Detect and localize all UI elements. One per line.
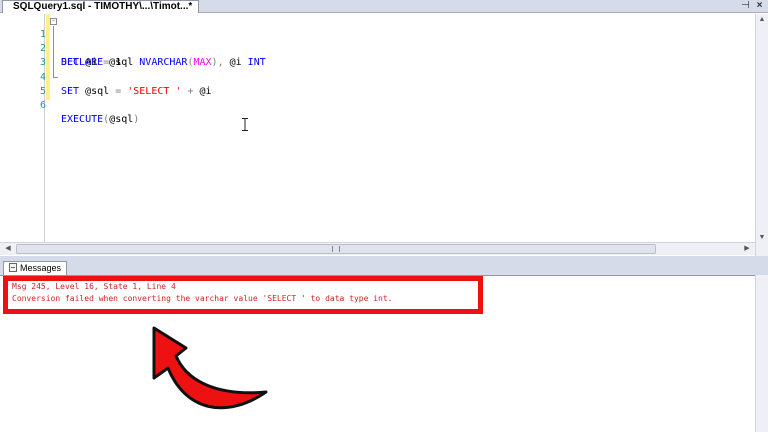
results-tab-strip: Messages — [0, 256, 768, 276]
code-token: @sql — [109, 114, 134, 125]
tab-messages[interactable]: Messages — [3, 261, 68, 276]
code-line-5: 5 — [0, 71, 740, 97]
text-cursor-icon — [242, 118, 248, 131]
code-token: ) — [133, 114, 140, 125]
pin-icon[interactable]: ⊣ — [740, 0, 751, 12]
scroll-right-icon[interactable]: ▶ — [741, 243, 753, 255]
document-tab-strip: SQLQuery1.sql - TIMOTHY\...\Timot...* ⊣ … — [0, 0, 768, 13]
code-line-4: 4 SET @sql = 'SELECT ' + @i — [0, 57, 740, 97]
scrollbar-grip-icon — [332, 246, 340, 252]
tab-sqlquery1[interactable]: SQLQuery1.sql - TIMOTHY\...\Timot...* — [2, 0, 200, 13]
error-highlight-box — [3, 276, 483, 314]
messages-vertical-scrollbar[interactable] — [755, 275, 768, 432]
scroll-up-icon[interactable]: ▲ — [756, 14, 768, 26]
code-line-6: 6 EXECUTE(@sql) — [0, 85, 740, 125]
scrollbar-thumb[interactable] — [16, 244, 656, 254]
code-text: EXECUTE(@sql) — [61, 113, 139, 127]
code-line-3: 3 — [0, 42, 740, 68]
collapse-icon[interactable]: - — [50, 18, 57, 25]
messages-icon — [9, 263, 17, 272]
editor-horizontal-scrollbar[interactable]: ◀ ▶ — [0, 242, 755, 255]
editor-vertical-scrollbar[interactable]: ▲ ▼ — [755, 14, 768, 256]
scroll-left-icon[interactable]: ◀ — [2, 243, 14, 255]
tab-messages-label: Messages — [20, 263, 62, 273]
code-line-1: 1 - DECLARE @sql NVARCHAR(MAX), @i INT — [0, 14, 740, 69]
curved-arrow-icon — [152, 326, 268, 410]
code-line-2: 2 SET @i = 1 — [0, 28, 740, 68]
line-number: 6 — [39, 100, 46, 111]
query-editor[interactable]: 1 - DECLARE @sql NVARCHAR(MAX), @i INT 2… — [0, 14, 755, 242]
close-icon[interactable]: × — [754, 0, 765, 12]
scroll-down-icon[interactable]: ▼ — [756, 232, 768, 244]
code-token: EXECUTE — [61, 114, 104, 125]
